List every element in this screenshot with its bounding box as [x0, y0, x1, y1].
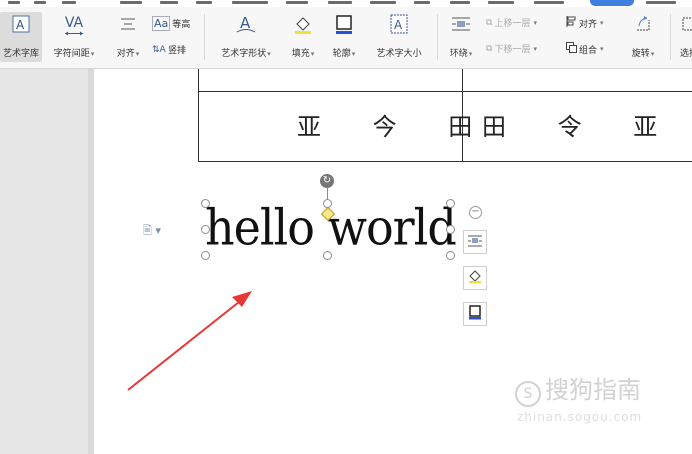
watermark-site: zhinan.sogou.com — [517, 410, 643, 424]
watermark-logo-icon: S — [515, 381, 541, 407]
watermark-brand: S 搜狗指南 — [515, 370, 641, 407]
